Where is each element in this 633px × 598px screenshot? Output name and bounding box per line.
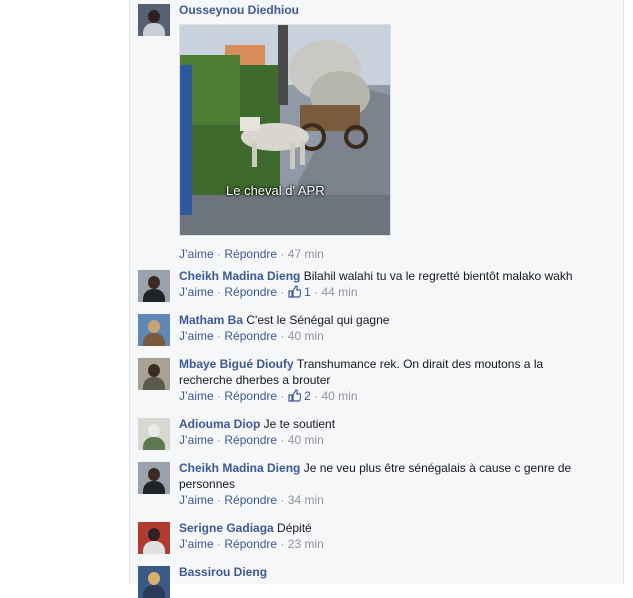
separator: · (280, 329, 285, 343)
photo-horse-cart (180, 25, 390, 235)
like-count[interactable]: 1 (304, 285, 311, 299)
separator: · (280, 537, 285, 551)
separator: · (217, 537, 222, 551)
comment-timestamp[interactable]: 40 min (322, 389, 358, 403)
separator: · (314, 389, 319, 403)
like-link[interactable]: J’aime (179, 247, 214, 261)
avatar[interactable] (138, 566, 170, 598)
separator: · (314, 285, 319, 299)
separator: · (217, 329, 222, 343)
reply-link[interactable]: Répondre (224, 329, 277, 343)
attached-photo[interactable]: Le cheval d' APR (179, 24, 391, 236)
comment-actions: J’aime · Répondre · 2 · 40 min (179, 388, 599, 404)
comment-timestamp[interactable]: 44 min (322, 285, 358, 299)
comment-text: C'est le Sénégal qui gagne (246, 313, 390, 327)
reply-link[interactable]: Répondre (224, 285, 277, 299)
avatar[interactable] (138, 4, 170, 36)
comment-actions: J’aime · Répondre · 1 · 44 min (179, 284, 599, 300)
like-link[interactable]: J’aime (179, 285, 214, 299)
comment-text: Je te soutient (263, 417, 336, 431)
comment-author[interactable]: Bassirou Dieng (179, 565, 267, 579)
avatar[interactable] (138, 314, 170, 346)
comment-timestamp[interactable]: 40 min (288, 329, 324, 343)
comment-timestamp[interactable]: 23 min (288, 537, 324, 551)
comment-actions: J’aime · Répondre · 23 min (179, 536, 599, 552)
comment-author[interactable]: Cheikh Madina Dieng (179, 461, 300, 475)
comment-actions: J’aime · Répondre · 34 min (179, 492, 599, 508)
comment-timestamp[interactable]: 47 min (288, 247, 324, 261)
separator: · (280, 493, 285, 507)
like-link[interactable]: J’aime (179, 493, 214, 507)
separator: · (280, 285, 285, 299)
comment-actions: J’aime · Répondre · 47 min (179, 246, 599, 262)
separator: · (217, 433, 222, 447)
like-link[interactable]: J’aime (179, 537, 214, 551)
like-link[interactable]: J’aime (179, 329, 214, 343)
comment-author[interactable]: Mbaye Bigué Dioufy (179, 357, 294, 371)
comment-author[interactable]: Cheikh Madina Dieng (179, 269, 300, 283)
photo-caption: Le cheval d' APR (226, 183, 325, 198)
separator: · (217, 247, 222, 261)
avatar[interactable] (138, 418, 170, 450)
thumbs-up-icon (288, 285, 302, 302)
comment-timestamp[interactable]: 34 min (288, 493, 324, 507)
comment-author[interactable]: Serigne Gadiaga (179, 521, 274, 535)
comment-author[interactable]: Ousseynou Diedhiou (179, 3, 299, 17)
reply-link[interactable]: Répondre (224, 493, 277, 507)
thumbs-up-icon (288, 389, 302, 406)
reply-link[interactable]: Répondre (224, 537, 277, 551)
comment-actions: J’aime · Répondre · 40 min (179, 432, 599, 448)
comment-timestamp[interactable]: 40 min (288, 433, 324, 447)
comment-actions: J’aime · Répondre · 40 min (179, 328, 599, 344)
like-link[interactable]: J’aime (179, 433, 214, 447)
separator: · (280, 433, 285, 447)
separator: · (280, 247, 285, 261)
comment-text: Dépité (277, 521, 312, 535)
avatar[interactable] (138, 462, 170, 494)
like-count[interactable]: 2 (304, 389, 311, 403)
reply-link[interactable]: Répondre (224, 433, 277, 447)
reply-link[interactable]: Répondre (224, 247, 277, 261)
avatar[interactable] (138, 522, 170, 554)
separator: · (217, 389, 222, 403)
comment-text: Bilahil walahi tu va le regretté bientôt… (303, 269, 573, 283)
like-link[interactable]: J’aime (179, 389, 214, 403)
avatar[interactable] (138, 358, 170, 390)
reply-link[interactable]: Répondre (224, 389, 277, 403)
comment-author[interactable]: Adiouma Diop (179, 417, 260, 431)
separator: · (217, 285, 222, 299)
separator: · (280, 389, 285, 403)
avatar[interactable] (138, 270, 170, 302)
comment-author[interactable]: Matham Ba (179, 313, 243, 327)
separator: · (217, 493, 222, 507)
